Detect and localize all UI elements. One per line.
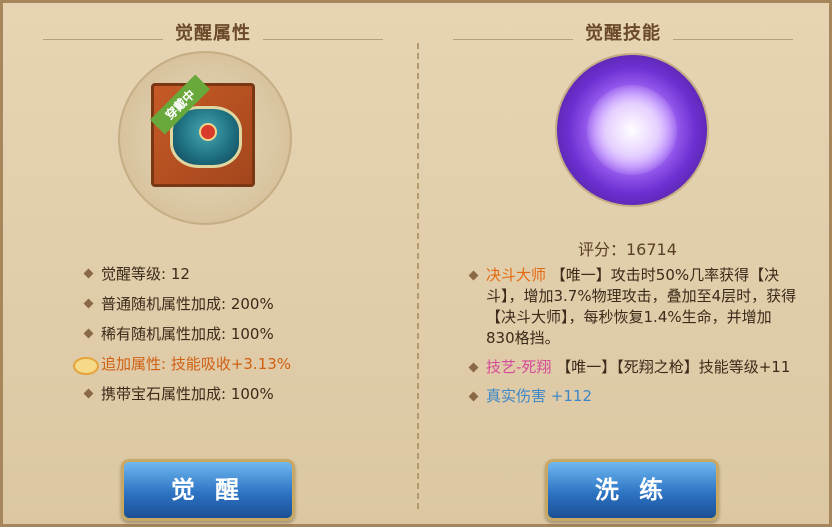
eye-icon <box>73 357 99 375</box>
skill-name: 真实伤害 <box>486 387 547 405</box>
skill-item: 决斗大师 【唯一】攻击时50%几率获得【决斗】，增加3.7%物理攻击，叠加至4层… <box>468 265 798 349</box>
bullet-icon <box>83 268 94 279</box>
bullet-icon <box>468 270 479 281</box>
attribute-list: 觉醒等级: 12 普通随机属性加成: 200% 稀有随机属性加成: 100% 追… <box>73 259 291 409</box>
skill-list: 决斗大师 【唯一】攻击时50%几率获得【决斗】，增加3.7%物理攻击，叠加至4层… <box>468 265 798 415</box>
stat-rare-random: 稀有随机属性加成: 100% <box>83 319 291 349</box>
panel-title-skills: 觉醒技能 <box>585 23 661 44</box>
equipment-slot[interactable]: 穿戴中 <box>149 74 255 187</box>
bullet-icon <box>83 328 94 339</box>
orb-glow <box>587 85 677 175</box>
awakening-window: 觉醒属性 穿戴中 觉醒等级: 12 普通随机属性加成: 200% 稀有随机属性加… <box>0 0 832 527</box>
refine-button[interactable]: 洗 练 <box>545 459 719 521</box>
skill-name: 技艺-死翔 <box>486 358 552 376</box>
skill-desc: +112 <box>550 387 592 405</box>
bullet-icon <box>83 298 94 309</box>
panel-divider <box>417 43 419 513</box>
stat-extra-attribute: 追加属性: 技能吸收+3.13% <box>73 349 291 379</box>
stat-awaken-level: 觉醒等级: 12 <box>83 259 291 289</box>
bullet-icon <box>468 391 479 402</box>
bullet-icon <box>83 388 94 399</box>
panel-title-attributes: 觉醒属性 <box>175 23 251 44</box>
awaken-button[interactable]: 觉 醒 <box>121 459 295 521</box>
stat-normal-random: 普通随机属性加成: 200% <box>83 289 291 319</box>
skill-item: 技艺-死翔 【唯一】【死翔之枪】技能等级+11 <box>468 357 798 378</box>
skill-name: 决斗大师 <box>486 266 547 284</box>
bullet-icon <box>468 362 479 373</box>
stat-gem-bonus: 携带宝石属性加成: 100% <box>83 379 291 409</box>
skill-desc: 【唯一】【死翔之枪】技能等级+11 <box>556 358 791 376</box>
gem-icon <box>199 123 217 141</box>
skill-orb-icon[interactable] <box>555 53 709 207</box>
skill-score: 评分：16714 <box>578 240 677 259</box>
skill-item: 真实伤害 +112 <box>468 386 798 407</box>
